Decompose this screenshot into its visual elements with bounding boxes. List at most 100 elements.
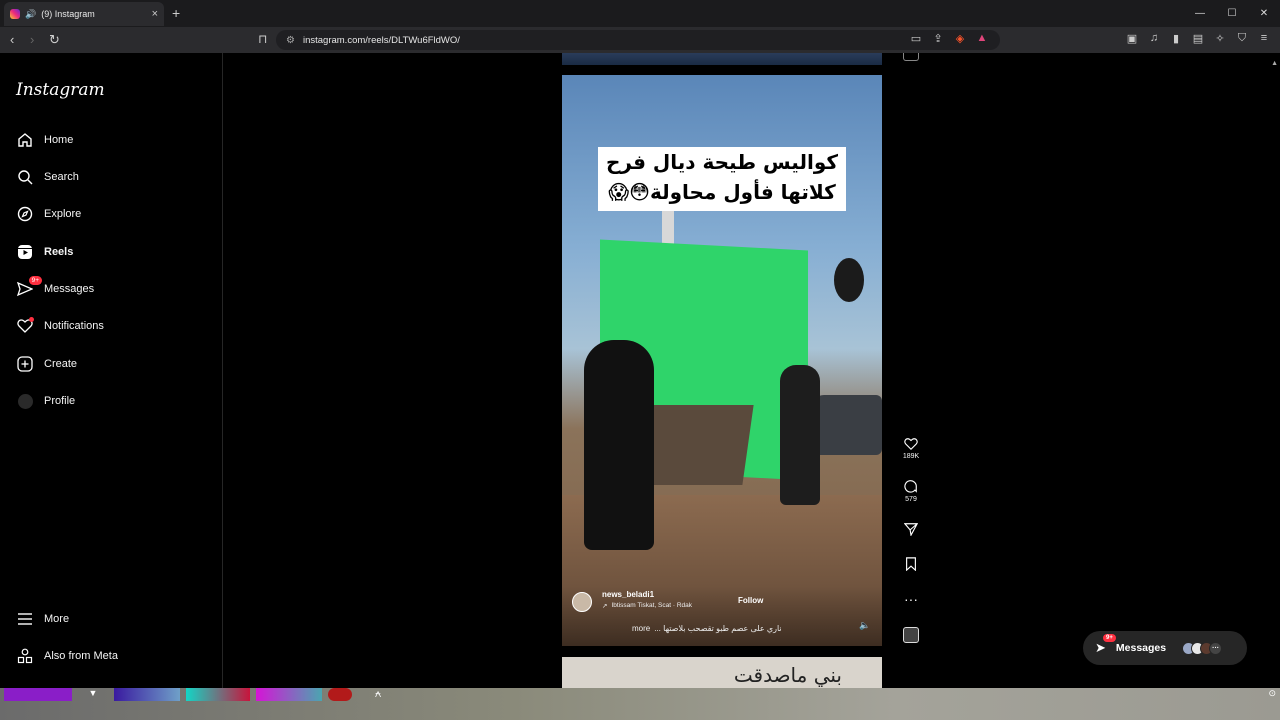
close-window-button[interactable]: ✕ [1248, 0, 1280, 27]
forward-icon[interactable]: › [30, 32, 34, 47]
more-link[interactable]: more [632, 624, 650, 633]
taskbar-app-icon[interactable] [328, 688, 352, 701]
sidebar-item-label: Home [44, 134, 74, 146]
tab-search-icon[interactable]: ▣ [1126, 32, 1138, 46]
minimize-button[interactable]: — [1184, 0, 1216, 27]
maximize-button[interactable]: ☐ [1216, 0, 1248, 27]
audio-icon[interactable]: 🔊 [25, 9, 36, 20]
taskbar-app-icon[interactable] [4, 688, 72, 701]
wallet-icon[interactable]: ▤ [1192, 32, 1204, 46]
reel-video[interactable]: كواليس طيحة ديال فرح كلاتها فأول محاولة😳… [562, 75, 882, 646]
vpn-icon[interactable]: ⛉ [1236, 32, 1248, 46]
tab-title: (9) Instagram [41, 9, 95, 19]
scrollbar-up-arrow[interactable]: ▲ [1271, 60, 1278, 67]
sidebar-item-profile[interactable]: Profile [16, 389, 75, 413]
taskbar-app-icon[interactable] [186, 688, 250, 701]
sidebar-item-notifications[interactable]: Notifications [16, 314, 104, 338]
more-options-button[interactable]: ··· [899, 591, 923, 607]
sidebar-item-search[interactable]: Search [16, 165, 79, 189]
volume-icon[interactable]: 🔈 [859, 620, 870, 631]
sidebar-item-create[interactable]: Create [16, 352, 77, 376]
bookmark-icon [899, 557, 923, 573]
messages-badge: 9+ [28, 276, 42, 285]
next-reel-preview[interactable]: بني ماصدقت [562, 657, 882, 688]
plus-square-icon [16, 355, 34, 373]
also-from-meta-label: Also from Meta [44, 650, 118, 662]
heart-icon [899, 437, 923, 453]
like-count: 189K [902, 453, 920, 460]
grid-icon [16, 647, 34, 665]
browser-tab[interactable]: 🔊 (9) Instagram × [4, 2, 164, 26]
audio-label: Ibtissam Tiskat, Scat · Rdak [611, 602, 693, 609]
more-label: More [44, 613, 70, 625]
back-icon[interactable]: ‹ [10, 32, 14, 47]
close-tab-icon[interactable]: × [152, 8, 158, 20]
notification-dot [29, 317, 34, 322]
music-arrow-icon: ↗ [602, 603, 608, 610]
instagram-favicon-icon [10, 9, 20, 19]
url-text: instagram.com/reels/DLTWu6FldWO/ [302, 34, 460, 46]
menu-icon[interactable]: ≡ [1258, 32, 1270, 46]
send-icon [899, 522, 923, 538]
taskbar-apps: ▼ ⍲ [4, 688, 398, 702]
messages-badge: 9+ [1103, 634, 1116, 642]
reel-description[interactable]: more ناري على عصم طبو تقصحب بلاصتها ... [632, 624, 832, 633]
reel-caption-overlay: كواليس طيحة ديال فرح كلاتها فأول محاولة😳… [598, 147, 846, 211]
author-avatar[interactable] [572, 592, 592, 612]
browser-tabbar: 🔊 (9) Instagram × + — ☐ ✕ [0, 0, 1280, 27]
site-settings-icon[interactable]: ⚙ [286, 35, 295, 46]
sidebar-item-messages[interactable]: 9+ Messages [16, 276, 95, 301]
new-tab-button[interactable]: + [172, 5, 180, 21]
sidebar-item-label: Notifications [44, 320, 104, 332]
sidebar-item-label: Search [44, 171, 79, 183]
description-text: ناري على عصم طبو تقصحب بلاصتها ... [654, 624, 782, 633]
taskbar-app-icon[interactable] [256, 688, 322, 701]
taskbar-app-icon[interactable] [114, 688, 180, 701]
messages-label: Messages [1115, 642, 1167, 654]
tray-icon[interactable]: ⊙ [1268, 688, 1276, 699]
brave-shield-icon[interactable]: ◈ [954, 32, 966, 46]
more-button[interactable]: More [16, 607, 69, 631]
sidebar-item-explore[interactable]: Explore [16, 202, 81, 226]
hamburger-menu-icon [16, 610, 34, 628]
audio-thumbnail[interactable] [903, 627, 919, 643]
bookmark-icon[interactable]: ⊓ [258, 32, 267, 46]
comment-button[interactable]: 579 [899, 480, 923, 503]
reels-icon [16, 243, 34, 261]
video-boom-mic [834, 258, 864, 302]
like-button[interactable]: 189K [899, 437, 923, 460]
os-taskbar: ▼ ⍲ ⊙ [0, 688, 1280, 720]
also-from-meta-button[interactable]: Also from Meta [16, 644, 118, 668]
ig-sidebar: Instagram Home Search Explore Reels 9+ M… [0, 53, 223, 688]
share-button[interactable] [899, 522, 923, 538]
messages-pill[interactable]: ➤ 9+ Messages ··· [1083, 631, 1247, 665]
caption-line: كلاتها فأول محاولة😳😱 [608, 180, 836, 204]
sidebar-item-label: Messages [44, 283, 95, 295]
home-icon [16, 131, 34, 149]
brave-rewards-icon[interactable]: ▲ [976, 32, 988, 46]
taskbar-app-icon[interactable]: ▼ [78, 688, 108, 701]
browser-toolbar: ‹ › ↻ ⊓ ⚙ instagram.com/reels/DLTWu6FldW… [0, 27, 1280, 53]
previous-reel-preview[interactable] [562, 53, 882, 65]
cast-icon[interactable]: ▭ [910, 32, 922, 46]
reload-icon[interactable]: ↻ [49, 32, 60, 48]
messenger-icon: ➤ 9+ [1095, 634, 1116, 656]
save-button[interactable] [899, 557, 923, 573]
sidebar-item-label: Create [44, 358, 78, 370]
follow-button[interactable]: Follow [738, 596, 763, 605]
previous-audio-thumbnail[interactable] [903, 53, 919, 61]
author-username[interactable]: news_beladi1 [602, 590, 654, 599]
caption-line: كواليس طيحة ديال فرح [606, 150, 838, 174]
search-icon [16, 168, 34, 186]
address-bar[interactable]: ⚙ instagram.com/reels/DLTWu6FldWO/ [276, 30, 1000, 50]
sidebar-item-reels[interactable]: Reels [16, 240, 73, 264]
media-icon[interactable]: ♫ [1148, 32, 1160, 46]
sidebar-icon[interactable]: ▮ [1170, 32, 1182, 46]
share-icon[interactable]: ⇪ [932, 32, 944, 46]
taskbar-app-icon[interactable]: ⍲ [358, 688, 398, 701]
instagram-logo[interactable]: Instagram [16, 80, 105, 100]
sidebar-item-home[interactable]: Home [16, 128, 73, 152]
sidebar-item-label: Profile [44, 395, 76, 407]
leo-ai-icon[interactable]: ✧ [1214, 32, 1226, 46]
audio-info[interactable]: ↗ Ibtissam Tiskat, Scat · Rdak [602, 602, 692, 610]
